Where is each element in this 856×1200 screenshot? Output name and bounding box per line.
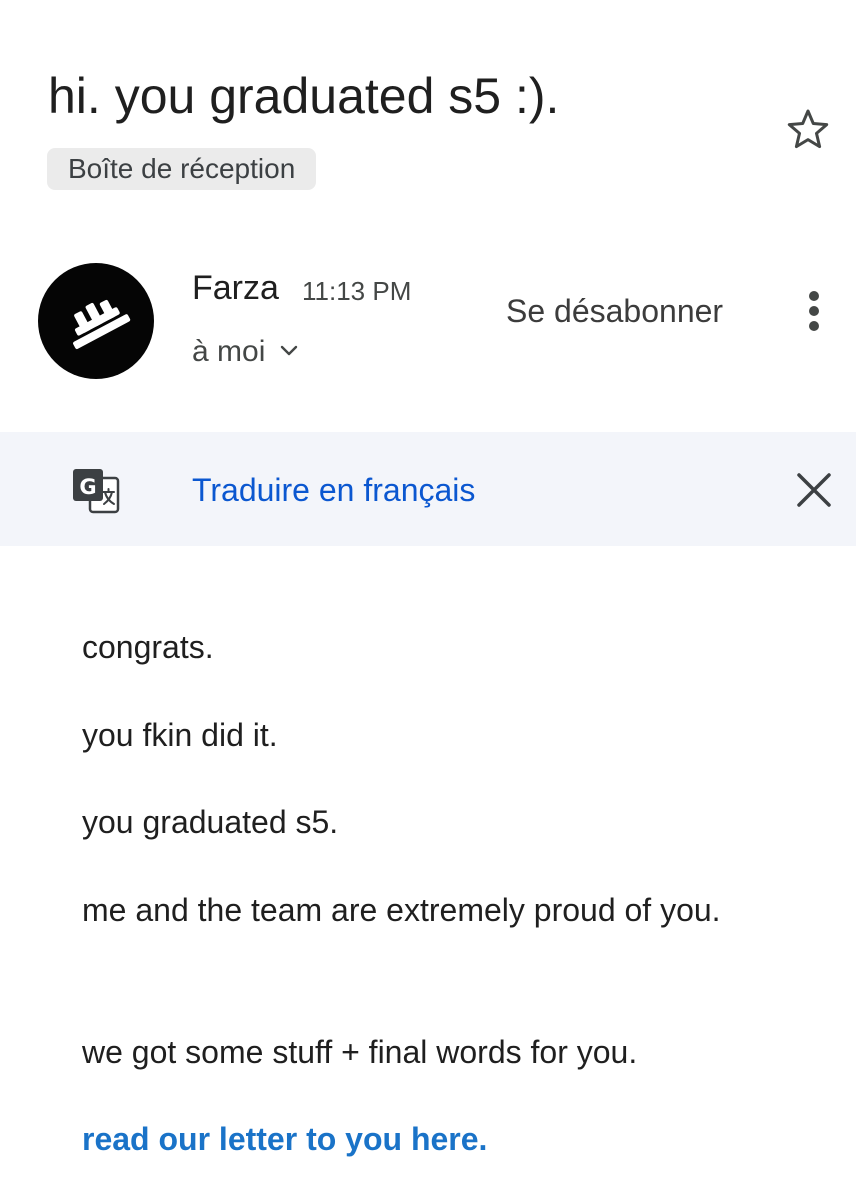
close-icon[interactable] [794,470,834,510]
avatar[interactable] [38,263,154,379]
letter-link[interactable]: read our letter to you here. [82,1113,487,1165]
translate-icon: G [70,465,122,517]
unsubscribe-button[interactable]: Se désabonner [506,290,723,332]
email-time: 11:13 PM [302,276,412,306]
email-subject: hi. you graduated s5 :). [48,68,560,124]
body-paragraph: you graduated s5. [82,804,339,840]
more-vertical-icon[interactable] [794,286,834,338]
body-paragraph: congrats. [82,629,214,665]
star-icon[interactable] [784,106,832,154]
sender-name: Farza [192,269,279,307]
recipient-toggle[interactable]: à moi [192,330,301,374]
body-paragraph: me and the team are extremely proud of y… [82,892,721,928]
svg-text:G: G [79,475,96,499]
body-paragraph: you fkin did it. [82,717,278,753]
translate-link[interactable]: Traduire en français [192,469,475,511]
body-paragraph: we got some stuff + final words for you. [82,1034,638,1070]
inbox-label-chip[interactable]: Boîte de réception [47,148,317,190]
recipient-label: à moi [192,335,266,368]
chevron-down-icon [277,338,301,367]
